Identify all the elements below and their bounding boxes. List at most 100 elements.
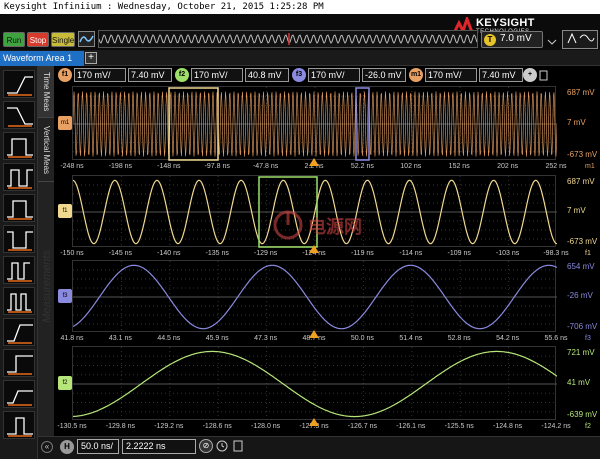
frequency-icon[interactable] (3, 287, 35, 315)
x-tick-label: -109 ns (447, 250, 471, 257)
x-tick-label: -128.6 ns (202, 423, 232, 430)
y-axis-label: 7 mV (567, 206, 586, 215)
x-tick-label: 102 ns (400, 163, 422, 170)
channel-scale-m1[interactable]: 170 mV/ (425, 68, 477, 82)
x-tick-label: -248 ns (60, 163, 84, 170)
x-tick-label: -145 ns (108, 250, 133, 257)
zoom-icon[interactable]: ⊘ (199, 439, 213, 453)
x-tick-label: -126.7 ns (347, 423, 377, 430)
x-tick-label: -129.2 ns (154, 423, 184, 430)
x-tick-label: -128.0 ns (251, 423, 281, 430)
stop-button[interactable]: Stop (27, 32, 49, 47)
ground-marker-f1[interactable]: f1 (58, 204, 72, 218)
watermark-text: 电源网 (308, 217, 362, 237)
y-axis-label: -639 mV (567, 410, 598, 419)
brand-name: KEYSIGHT (476, 17, 535, 29)
phase-icon[interactable] (3, 349, 35, 377)
panel-source-label: m1 (585, 163, 595, 170)
channel-badge-f3[interactable]: f3 (292, 68, 306, 82)
waveform-plot-m1[interactable] (72, 86, 558, 161)
x-tick-label: -129 ns (253, 250, 278, 257)
x-tick-label: 47.3 ns (254, 335, 278, 342)
duty-cycle-icon[interactable] (3, 256, 35, 284)
waveform-plot-f3[interactable] (72, 260, 558, 333)
x-tick-label: 50.0 ns (350, 335, 374, 342)
chevron-down-icon[interactable] (547, 34, 557, 45)
x-tick-label: -135 ns (205, 250, 229, 257)
x-tick-label: -47.8 ns (252, 163, 279, 170)
channel-scale-f1[interactable]: 170 mV/ (74, 68, 126, 82)
x-tick-label: -98.3 ns (543, 250, 569, 257)
negative-width-icon[interactable] (3, 225, 35, 253)
collapse-icon[interactable]: « (41, 441, 53, 453)
window-icon[interactable] (232, 439, 245, 453)
ground-marker-m1[interactable]: m1 (58, 116, 72, 130)
channel-offset-f2[interactable]: 40.8 mV (245, 68, 289, 82)
trigger-level-value: 7.0 mV (500, 33, 532, 44)
period-icon[interactable] (3, 163, 35, 191)
x-tick-label: -114 ns (399, 250, 423, 257)
x-tick-label: 152 ns (448, 163, 470, 170)
x-tick-label: -140 ns (157, 250, 181, 257)
pulse-width-icon[interactable] (3, 132, 35, 160)
window-icon[interactable] (539, 69, 549, 81)
autoscale-icon (567, 32, 595, 44)
ground-marker-f3[interactable]: f3 (58, 289, 72, 303)
autoscale-button[interactable] (562, 30, 598, 49)
x-tick-label: 43.1 ns (108, 335, 132, 342)
x-tick-label: -148 ns (157, 163, 181, 170)
trigger-marker-icon (309, 153, 319, 166)
tab-waveform-area-1[interactable]: Waveform Area 1 (0, 51, 84, 66)
trigger-badge: T (484, 34, 496, 46)
channel-scale-f3[interactable]: 170 mV/ (308, 68, 360, 82)
rise-time-icon[interactable] (3, 70, 35, 98)
setup-hold-icon[interactable] (3, 380, 35, 408)
waveform-plot-f2[interactable] (72, 346, 558, 421)
single-button[interactable]: Single (51, 32, 75, 47)
x-tick-label: 52.8 ns (447, 335, 471, 342)
x-tick-label: 252 ns (545, 163, 567, 170)
tab-vertical-meas[interactable]: Vertical Meas (38, 120, 54, 182)
channel-badge-f2[interactable]: f2 (175, 68, 189, 82)
clock-icon[interactable] (216, 439, 229, 453)
acquisition-icon[interactable] (78, 31, 95, 47)
x-tick-label: 45.9 ns (205, 335, 229, 342)
channel-badge-f1[interactable]: f1 (58, 68, 72, 82)
channel-offset-f1[interactable]: 7.40 mV (128, 68, 172, 82)
channel-offset-m1[interactable]: 7.40 mV (479, 68, 523, 82)
timebase-overview[interactable] (98, 30, 478, 48)
panel-source-label: f1 (585, 250, 591, 257)
run-button[interactable]: Run (3, 32, 25, 47)
x-tick-label: -125.5 ns (444, 423, 474, 430)
x-tick-label: -119 ns (350, 250, 374, 257)
x-tick-label: -129.8 ns (105, 423, 135, 430)
fall-time-icon[interactable] (3, 101, 35, 129)
y-axis-label: 7 mV (567, 118, 586, 127)
add-tab-button[interactable]: + (85, 52, 97, 64)
positive-width-icon[interactable] (3, 194, 35, 222)
edge-count-icon[interactable] (3, 411, 35, 439)
x-tick-label: -130.5 ns (57, 423, 87, 430)
tab-time-meas[interactable]: Time Meas (38, 66, 54, 118)
channel-offset-f3[interactable]: -26.0 mV (362, 68, 406, 82)
y-axis-label: 721 mV (567, 348, 595, 357)
delta-time-icon[interactable] (3, 318, 35, 346)
x-tick-label: 51.4 ns (399, 335, 423, 342)
y-axis-label: -706 mV (567, 322, 598, 331)
x-tick-label: 41.8 ns (60, 335, 84, 342)
trigger-marker-icon (309, 413, 319, 426)
horizontal-scale[interactable]: 50.0 ns/ (77, 439, 119, 454)
channel-scale-f2[interactable]: 170 mV/ (191, 68, 243, 82)
horizontal-position[interactable]: 2.2222 ns (122, 439, 196, 454)
ground-marker-f2[interactable]: f2 (58, 376, 72, 390)
x-tick-label: 202 ns (497, 163, 519, 170)
x-tick-label: -126.1 ns (396, 423, 426, 430)
panel-source-label: f3 (585, 335, 591, 342)
x-tick-label: -97.8 ns (204, 163, 230, 170)
y-axis-label: 687 mV (567, 177, 595, 186)
add-channel-button[interactable]: + (523, 68, 537, 82)
channel-badge-m1[interactable]: m1 (409, 68, 423, 82)
horizontal-badge: H (60, 440, 74, 454)
trigger-level[interactable]: T 7.0 mV (481, 31, 543, 48)
x-tick-label: 44.5 ns (157, 335, 181, 342)
